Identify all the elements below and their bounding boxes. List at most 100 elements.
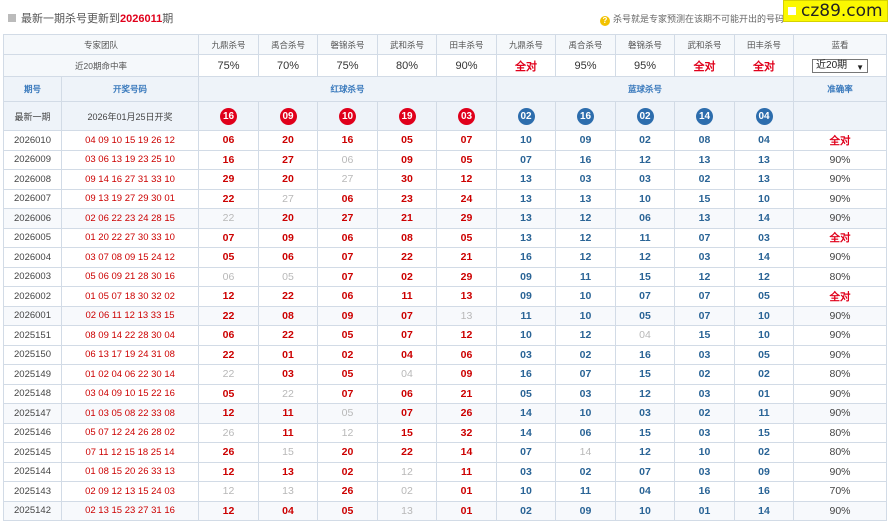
top-bar: 最新一期杀号更新到2026011期 ? 杀号就是专家预测在该期不可能开出的号码 c… xyxy=(0,0,888,34)
expert-name: 禹合杀号 xyxy=(258,34,319,55)
draw-numbers-cell: 02 13 15 23 27 31 16 xyxy=(60,500,200,521)
accuracy-cell: 全对 xyxy=(793,227,888,248)
blue-kill-cell: 03 xyxy=(674,247,736,268)
red-kill-cell: 08 xyxy=(258,305,319,326)
hit-rate-value: 全对 xyxy=(734,54,795,77)
red-kill-cell: 05 xyxy=(377,130,438,151)
red-kill-cell: 12 xyxy=(198,403,260,424)
period-cell: 2026002 xyxy=(3,286,62,307)
expert-name: 禹合杀号 xyxy=(555,34,617,55)
period-cell: 2025151 xyxy=(3,325,62,346)
blue-kill-cell: 12 xyxy=(555,325,617,346)
red-kill-cell: 12 xyxy=(198,481,260,502)
red-kill-cell: 27 xyxy=(258,188,319,209)
blue-kill-cell: 09 xyxy=(496,266,557,287)
blue-kill-cell: 15 xyxy=(674,188,736,209)
red-kill-cell: 02 xyxy=(317,461,379,482)
blue-kill-cell: 15 xyxy=(615,422,676,443)
red-kill-cell: 06 xyxy=(317,149,379,170)
red-kill-cell: 03 xyxy=(258,364,319,385)
table-row: 2026003 05 06 09 21 28 30 16 06 05 07 02 29 09 1… xyxy=(3,266,888,287)
red-kill-cell: 04 xyxy=(377,364,438,385)
accuracy-cell: 80% xyxy=(793,266,888,287)
period-cell: 2025148 xyxy=(3,383,62,404)
blue-kill-cell: 14 xyxy=(496,422,557,443)
blue-kill-cell: 07 xyxy=(674,305,736,326)
accuracy-cell: 90% xyxy=(793,208,888,229)
blue-kill-cell: 03 xyxy=(674,383,736,404)
kill-number-note: ? 杀号就是专家预测在该期不可能开出的号码 xyxy=(600,12,784,26)
draw-numbers-cell: 07 11 12 15 18 25 14 xyxy=(60,442,200,463)
table-row: 2025142 02 13 15 23 27 31 16 12 04 05 13 01 02 0… xyxy=(3,500,888,521)
col-header-blue-kill: 蓝球杀号 xyxy=(496,76,795,102)
accuracy-cell: 90% xyxy=(793,247,888,268)
blue-kill-cell: 12 xyxy=(734,266,795,287)
blue-kill-cell: 05 xyxy=(734,344,795,365)
red-kill-cell: 22 xyxy=(198,305,260,326)
blue-kill-cell: 01 xyxy=(734,383,795,404)
red-kill-ball: 09 xyxy=(279,107,297,125)
accuracy-cell: 80% xyxy=(793,364,888,385)
hit-rate-row: 近20期命中率 75% 70% 75% 80% 90% 全对 95% 95% 全… xyxy=(2,54,888,77)
blue-kill-cell: 13 xyxy=(496,208,557,229)
period-range-value: 近20期 xyxy=(816,59,848,71)
draw-numbers-cell: 08 09 14 22 28 30 04 xyxy=(60,325,200,346)
table-row: 2026006 02 06 22 23 24 28 15 22 20 27 21 29 13 1… xyxy=(3,208,888,229)
red-kill-cell: 05 xyxy=(317,325,379,346)
red-kill-cell: 22 xyxy=(258,325,319,346)
table-row: 2026002 01 05 07 18 30 32 02 12 22 06 11 13 09 1… xyxy=(3,286,888,307)
draw-numbers-cell: 05 06 09 21 28 30 16 xyxy=(60,266,200,287)
expert-name: 田丰杀号 xyxy=(436,34,498,55)
blue-kill-cell: 11 xyxy=(555,266,617,287)
blue-kill-cell: 14 xyxy=(555,442,617,463)
table-row: 2026007 09 13 19 27 29 30 01 22 27 06 23 24 13 1… xyxy=(3,188,888,209)
red-kill-cell: 09 xyxy=(317,305,379,326)
table-row: 2025145 07 11 12 15 18 25 14 26 15 20 22 14 07 1… xyxy=(3,442,888,463)
blue-kill-cell: 11 xyxy=(615,227,676,248)
red-kill-cell: 22 xyxy=(198,344,260,365)
site-badge[interactable]: cz89.com xyxy=(783,0,888,22)
blue-kill-cell: 11 xyxy=(555,481,617,502)
blue-kill-ball: 02 xyxy=(636,107,654,125)
draw-numbers-cell: 01 08 15 20 26 33 13 xyxy=(60,461,200,482)
red-kill-cell: 08 xyxy=(377,227,438,248)
red-kill-cell: 22 xyxy=(198,208,260,229)
draw-numbers-cell: 06 13 17 19 24 31 08 xyxy=(60,344,200,365)
period-range-select[interactable]: 近20期 ▼ xyxy=(812,58,869,73)
red-kill-cell: 05 xyxy=(317,364,379,385)
accuracy-cell: 90% xyxy=(793,500,888,521)
period-cell: 2025144 xyxy=(3,461,62,482)
blue-kill-cell: 03 xyxy=(674,344,736,365)
draw-numbers-cell: 01 20 22 27 30 33 10 xyxy=(60,227,200,248)
blue-kill-cell: 02 xyxy=(674,403,736,424)
red-kill-cell: 29 xyxy=(198,169,260,190)
red-kill-ball: 19 xyxy=(398,107,416,125)
latest-draw-date: 2026年01月25日开奖 xyxy=(60,101,200,131)
blue-kill-cell: 03 xyxy=(555,383,617,404)
draw-numbers-cell: 01 02 04 06 22 30 14 xyxy=(60,364,200,385)
blue-kill-cell: 11 xyxy=(734,403,795,424)
expert-name: 九鼎杀号 xyxy=(198,34,260,55)
blue-kill-cell: 14 xyxy=(496,403,557,424)
red-kill-cell: 06 xyxy=(317,286,379,307)
red-kill-cell: 05 xyxy=(436,149,498,170)
red-kill-cell: 09 xyxy=(436,364,498,385)
blue-kill-ball: 14 xyxy=(696,107,714,125)
blue-kill-cell: 02 xyxy=(496,500,557,521)
blue-kill-cell: 03 xyxy=(674,422,736,443)
red-kill-cell: 04 xyxy=(258,500,319,521)
blue-kill-cell: 07 xyxy=(555,364,617,385)
red-kill-cell: 11 xyxy=(258,422,319,443)
blue-kill-cell: 04 xyxy=(734,130,795,151)
red-kill-cell: 02 xyxy=(377,266,438,287)
draw-numbers-cell: 05 07 12 24 26 28 02 xyxy=(60,422,200,443)
red-kill-cell: 12 xyxy=(377,461,438,482)
red-kill-cell: 09 xyxy=(258,227,319,248)
red-kill-cell: 22 xyxy=(258,286,319,307)
red-kill-cell: 13 xyxy=(436,305,498,326)
col-header-red-kill: 红球杀号 xyxy=(198,76,498,102)
red-kill-cell: 13 xyxy=(436,286,498,307)
expert-name: 磐锦杀号 xyxy=(317,34,379,55)
blue-kill-cell: 12 xyxy=(615,247,676,268)
red-kill-cell: 21 xyxy=(436,383,498,404)
